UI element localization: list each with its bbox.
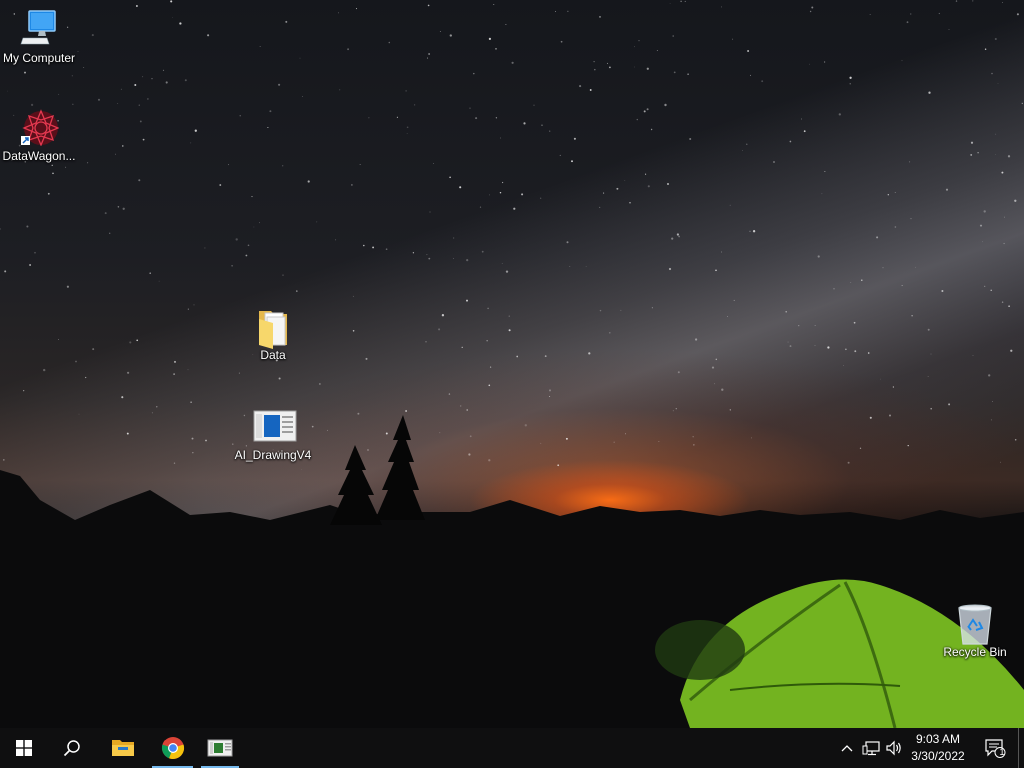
desktop-icon-label: Recycle Bin <box>943 645 1007 659</box>
drawing-app-icon <box>207 739 233 757</box>
network-button[interactable] <box>860 728 882 768</box>
desktop-icon-label: Data <box>260 348 286 362</box>
search-icon <box>63 740 80 757</box>
clock-date: 3/30/2022 <box>911 749 965 763</box>
taskbar-chrome[interactable] <box>150 728 195 768</box>
taskbar-file-explorer[interactable] <box>100 728 146 768</box>
computer-icon <box>19 8 59 48</box>
desktop-icon-my-computer[interactable]: My Computer <box>0 8 81 65</box>
taskbar-ai-drawing[interactable] <box>199 728 241 768</box>
desktop-icon-datawagon[interactable]: DataWagon... <box>0 106 81 163</box>
chrome-icon <box>161 737 184 759</box>
desktop-icon-label: My Computer <box>2 51 76 65</box>
clock-time: 9:03 AM <box>915 732 961 746</box>
recycle-bin-icon <box>955 602 995 645</box>
search-button[interactable] <box>48 728 96 768</box>
action-center-button[interactable]: 1 <box>978 728 1012 768</box>
drawing-app-icon <box>253 405 297 445</box>
start-button[interactable] <box>0 728 48 768</box>
show-desktop-button[interactable] <box>1018 728 1024 768</box>
tray-overflow-button[interactable] <box>838 728 856 768</box>
desktop-icon-data-folder[interactable]: Data <box>231 305 315 362</box>
taskbar-clock[interactable]: 9:03 AM 3/30/2022 <box>902 731 974 765</box>
notification-count-badge: 1 <box>999 747 1005 757</box>
taskbar: 9:03 AM 3/30/2022 1 <box>0 728 1024 768</box>
desktop-icon-ai-drawing[interactable]: AI_DrawingV4 <box>231 405 315 462</box>
desktop-icon-recycle-bin[interactable]: Recycle Bin <box>933 602 1017 659</box>
chevron-up-icon <box>841 745 853 752</box>
windows-start-icon <box>16 740 32 756</box>
desktop-icon-label: AI_DrawingV4 <box>234 448 312 462</box>
folder-icon <box>253 305 293 349</box>
network-icon <box>862 741 880 756</box>
desktop-icon-label: DataWagon... <box>2 149 76 163</box>
datawagon-app-icon <box>19 106 60 147</box>
wallpaper-scene <box>0 0 1024 728</box>
desktop-wallpaper: My Computer DataWagon... Data AI_Drawing… <box>0 0 1024 728</box>
file-explorer-icon <box>112 740 134 756</box>
